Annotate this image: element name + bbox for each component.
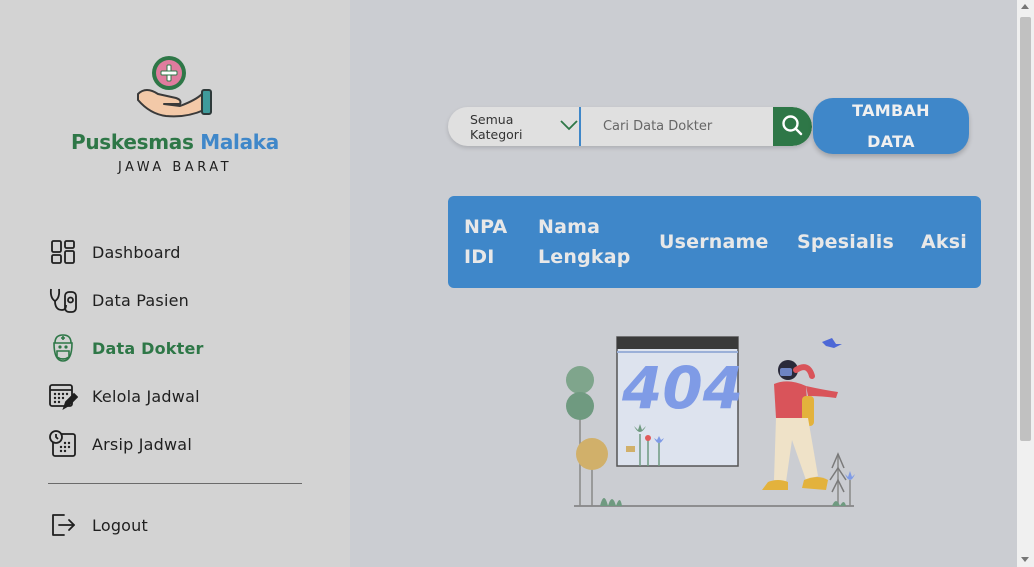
illustration-code-text: 404 — [621, 354, 743, 422]
puskesmas-logo — [136, 52, 216, 124]
scroll-up-arrow-icon[interactable] — [1021, 4, 1029, 9]
sidebar-item-dashboard[interactable]: Dashboard — [48, 228, 204, 276]
sidebar-item-label: Arsip Jadwal — [92, 434, 192, 454]
table-header: NPA IDI Nama Lengkap Username Spesialis … — [448, 196, 981, 288]
logout-label: Logout — [92, 515, 148, 535]
brand-subtitle: JAWA BARAT — [117, 160, 233, 175]
dashboard-icon — [48, 237, 78, 267]
column-header-nama-lengkap: Nama Lengkap — [538, 216, 631, 268]
column-header-spesialis: Spesialis — [797, 231, 894, 253]
brand-name-part1: Puskesmas — [71, 130, 194, 154]
brand-name: Puskesmas Malaka — [0, 130, 350, 154]
search-bar: Semua Kategori — [448, 107, 812, 146]
add-data-label: TAMBAH DATA — [852, 101, 930, 151]
logout-button[interactable]: Logout — [48, 510, 148, 540]
logout-icon — [48, 510, 78, 540]
column-header-username: Username — [659, 231, 769, 253]
scroll-thumb[interactable] — [1020, 17, 1031, 441]
not-found-illustration: 404 — [556, 330, 866, 514]
column-header-aksi: Aksi — [921, 231, 967, 253]
sidebar: Puskesmas Malaka JAWA BARAT Dashboard Da… — [0, 0, 350, 567]
vertical-scrollbar[interactable] — [1017, 0, 1034, 567]
column-header-npa-idi: NPA IDI — [464, 216, 508, 268]
sidebar-item-arsip-jadwal[interactable]: Arsip Jadwal — [48, 420, 204, 468]
sidebar-item-kelola-jadwal[interactable]: Kelola Jadwal — [48, 372, 204, 420]
sidebar-item-data-pasien[interactable]: Data Pasien — [48, 276, 204, 324]
category-select[interactable]: Semua Kategori — [448, 107, 581, 146]
sidebar-item-label: Kelola Jadwal — [92, 386, 200, 406]
sidebar-item-label: Dashboard — [92, 242, 181, 262]
brand-name-part2: Malaka — [200, 130, 279, 154]
search-button[interactable] — [772, 107, 812, 146]
sidebar-divider — [48, 483, 302, 484]
scroll-down-arrow-icon[interactable] — [1021, 557, 1029, 562]
sidebar-item-label: Data Dokter — [92, 338, 204, 358]
search-input[interactable] — [580, 107, 773, 146]
add-data-button[interactable]: TAMBAH DATA — [813, 98, 969, 154]
search-icon — [781, 114, 803, 140]
stethoscope-icon — [48, 285, 78, 315]
calendar-edit-icon — [48, 381, 78, 411]
category-select-value: Semua Kategori — [470, 111, 523, 142]
chevron-down-icon — [559, 119, 579, 134]
doctor-icon — [48, 333, 78, 363]
sidebar-item-label: Data Pasien — [92, 290, 189, 310]
sidebar-item-data-dokter[interactable]: Data Dokter — [48, 324, 204, 372]
calendar-clock-icon — [48, 429, 78, 459]
sidebar-nav: Dashboard Data Pasien Data Dokter Kelola… — [48, 228, 204, 468]
